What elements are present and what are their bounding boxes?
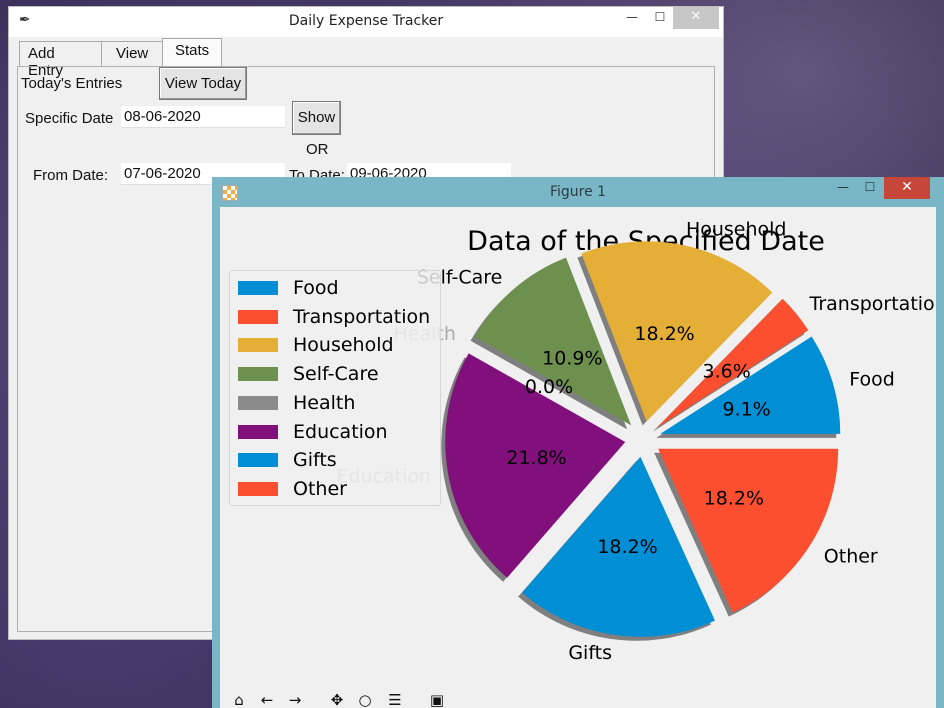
configure-icon[interactable]: ☰ (382, 689, 408, 708)
legend-swatch (238, 481, 278, 496)
tab-add-entry[interactable]: Add Entry (19, 41, 102, 79)
legend-label: Gifts (293, 449, 337, 472)
legend-label: Household (293, 334, 394, 357)
pie-label-other: Other (824, 545, 878, 567)
pie-label-household: Household (686, 218, 787, 240)
show-button[interactable]: Show (292, 101, 341, 135)
pie-percent-education: 21.8% (506, 447, 566, 469)
legend-swatch (238, 395, 278, 410)
figure-titlebar[interactable]: Figure 1 — ☐ ✕ (212, 177, 944, 207)
legend-label: Other (293, 477, 347, 500)
chart-legend: Food Transportation Household Self-Care Heal… (229, 270, 441, 506)
legend-swatch (238, 281, 278, 295)
tab-stats[interactable]: Stats (162, 38, 222, 67)
pie-label-transportation: Transportation (809, 293, 936, 315)
pie-percent-household: 18.2% (634, 323, 694, 345)
tracker-title: Daily Expense Tracker (288, 13, 444, 29)
legend-swatch (238, 424, 278, 439)
legend-label: Health (293, 391, 356, 414)
legend-swatch (238, 309, 278, 324)
legend-swatch (238, 338, 278, 353)
pie-label-gifts: Gifts (568, 642, 612, 664)
close-icon[interactable]: ✕ (884, 177, 930, 199)
pie-percent-other: 18.2% (704, 487, 764, 509)
zoom-icon[interactable]: ○ (352, 689, 378, 708)
pie-percent-transportation: 3.6% (703, 361, 751, 383)
todays-entries-label: Today's Entries (21, 75, 123, 92)
pie-percent-health: 0.0% (525, 376, 573, 398)
close-icon[interactable]: ✕ (673, 7, 719, 29)
pie-label-food: Food (849, 368, 895, 390)
minimize-icon[interactable]: — (618, 7, 646, 29)
legend-label: Education (293, 420, 388, 443)
legend-swatch (238, 453, 278, 468)
pan-icon[interactable]: ✥ (324, 689, 350, 708)
figure-window: Figure 1 — ☐ ✕ Data of the Specified Dat… (212, 177, 944, 708)
tracker-titlebar[interactable]: ✒ Daily Expense Tracker — ☐ ✕ (9, 7, 723, 37)
save-icon[interactable]: ▣ (424, 689, 450, 708)
figure-canvas: Data of the Specified Date Food Transport… (220, 207, 936, 708)
minimize-icon[interactable]: — (830, 177, 856, 199)
forward-icon[interactable]: → (282, 689, 308, 708)
maximize-icon[interactable]: ☐ (646, 7, 674, 29)
home-icon[interactable]: ⌂ (226, 689, 252, 708)
from-date-label: From Date: (33, 167, 109, 184)
back-icon[interactable]: ← (254, 689, 280, 708)
specific-date-input[interactable] (121, 106, 285, 128)
legend-label: Self-Care (293, 363, 379, 386)
tab-view[interactable]: View (101, 41, 163, 66)
specific-date-label: Specific Date (25, 110, 114, 127)
maximize-icon[interactable]: ☐ (857, 177, 883, 199)
or-label: OR (306, 141, 329, 158)
pie-percent-self-care: 10.9% (542, 347, 602, 369)
legend-swatch (238, 367, 278, 382)
view-today-button[interactable]: View Today (159, 67, 247, 100)
pie-percent-gifts: 18.2% (597, 536, 657, 558)
pie-percent-food: 9.1% (722, 399, 770, 421)
legend-label: Food (293, 277, 339, 299)
legend-label: Transportation (293, 305, 431, 328)
